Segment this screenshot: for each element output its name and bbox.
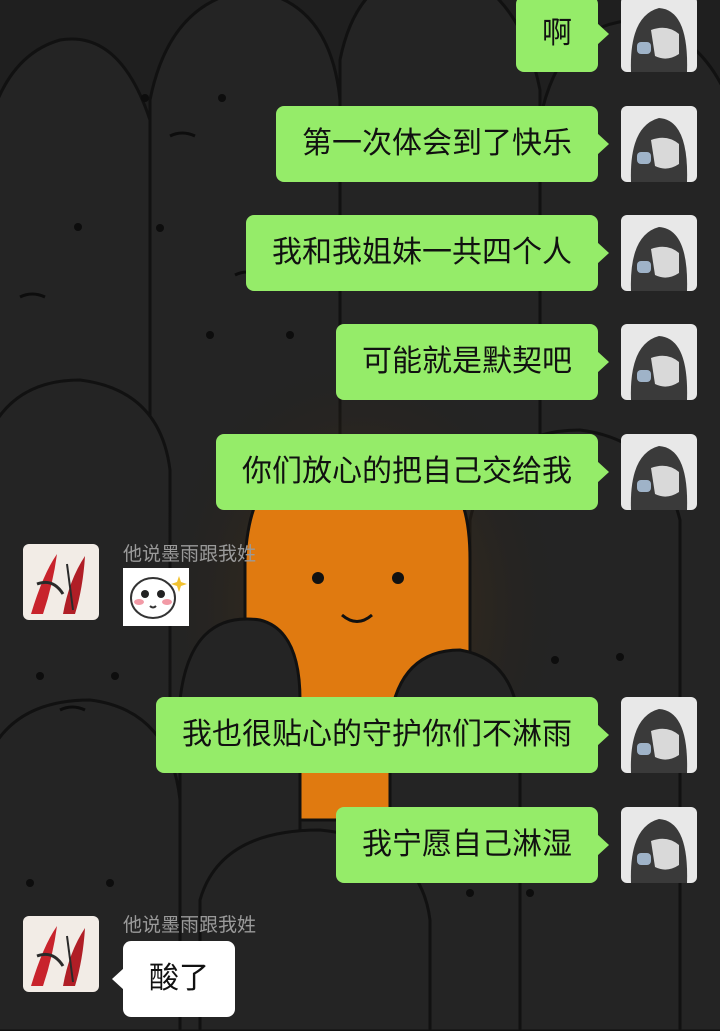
my-avatar[interactable] [621,697,697,773]
my-avatar[interactable] [621,0,697,72]
hooded-figure-avatar-icon [621,697,697,773]
message-text: 我和我姐妹一共四个人 [272,235,572,270]
hooded-figure-avatar-icon [621,0,697,72]
hooded-figure-avatar-icon [621,215,697,291]
message-bubble[interactable]: 我也很贴心的守护你们不淋雨 [156,697,609,773]
message-text: 第一次体会到了快乐 [302,126,572,161]
other-avatar[interactable] [23,544,99,620]
red-flower-avatar-icon [23,916,99,992]
message-bubble[interactable]: 啊 [516,0,609,72]
blushing-face-sticker[interactable] [123,568,189,626]
my-avatar[interactable] [621,106,697,182]
sender-nickname: 他说墨雨跟我姓 [123,914,257,936]
hooded-figure-avatar-icon [621,106,697,182]
blushing-face-icon [123,568,189,626]
message-text: 你们放心的把自己交给我 [242,454,572,489]
message-text: 我也很贴心的守护你们不淋雨 [182,717,572,752]
message-text: 我宁愿自己淋湿 [362,827,572,862]
my-avatar[interactable] [621,215,697,291]
red-flower-avatar-icon [23,544,99,620]
message-bubble[interactable]: 酸了 [112,941,235,1017]
my-avatar[interactable] [621,324,697,400]
hooded-figure-avatar-icon [621,434,697,510]
my-avatar[interactable] [621,434,697,510]
hooded-figure-avatar-icon [621,324,697,400]
sender-nickname: 他说墨雨跟我姓 [123,543,257,565]
message-bubble[interactable]: 我和我姐妹一共四个人 [246,215,609,291]
my-avatar[interactable] [621,807,697,883]
message-bubble[interactable]: 我宁愿自己淋湿 [336,807,609,883]
message-text: 啊 [542,16,572,51]
message-bubble[interactable]: 第一次体会到了快乐 [276,106,609,182]
message-text: 酸了 [149,961,209,996]
message-text: 可能就是默契吧 [362,344,572,379]
message-bubble[interactable]: 可能就是默契吧 [336,324,609,400]
hooded-figure-avatar-icon [621,807,697,883]
other-avatar[interactable] [23,916,99,992]
message-bubble[interactable]: 你们放心的把自己交给我 [216,434,609,510]
